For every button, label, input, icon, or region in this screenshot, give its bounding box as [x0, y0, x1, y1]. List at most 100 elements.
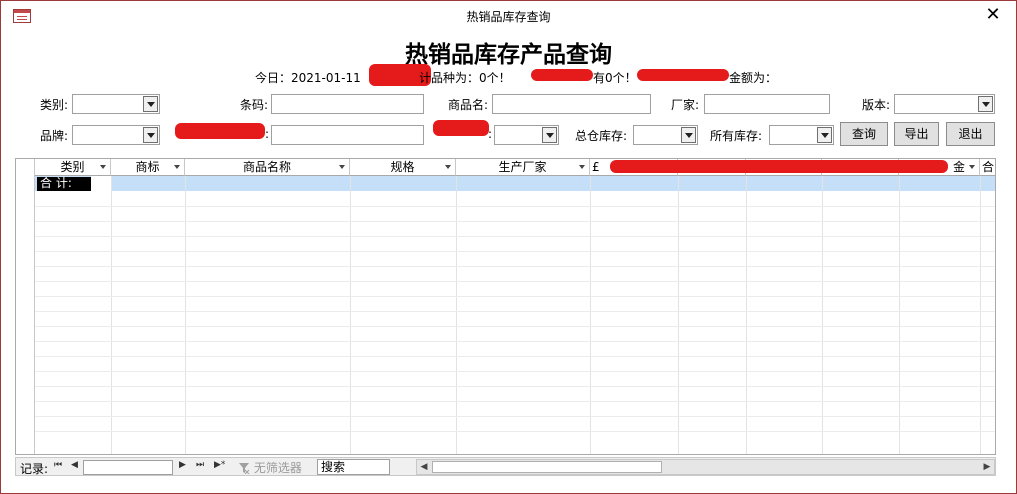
redacted-input[interactable]	[271, 125, 424, 145]
grid-line	[35, 296, 995, 297]
grid-line	[111, 176, 112, 454]
hq-stock-label: 总仓库存:	[575, 129, 628, 143]
exit-button[interactable]: 退出	[946, 122, 995, 146]
grid-line	[350, 176, 351, 454]
grid-line	[822, 176, 823, 454]
funnel-icon	[239, 463, 250, 475]
grid-line	[185, 176, 186, 454]
last-record-icon[interactable]: ⏭	[196, 460, 204, 470]
all-stock-select[interactable]	[769, 125, 834, 145]
field-colon: :	[488, 127, 493, 141]
first-record-icon[interactable]: ⏮	[54, 460, 62, 470]
version-label: 版本:	[862, 98, 891, 112]
filter-label: 无筛选器	[253, 461, 302, 475]
sort-arrow-icon[interactable]	[174, 165, 180, 169]
redaction-mark	[175, 123, 265, 139]
total-label: 合 计:	[37, 177, 91, 191]
column-header-label: 金	[952, 160, 965, 174]
column-header-total[interactable]: 合	[980, 159, 995, 176]
chevron-down-icon[interactable]	[817, 127, 832, 143]
column-header-label: 规格	[390, 160, 415, 174]
grid-line	[35, 266, 995, 267]
next-record-icon[interactable]: ▶	[179, 460, 186, 470]
grid-line	[678, 176, 679, 454]
today-label: 今日：2021-01-11	[255, 71, 361, 85]
grid-line	[35, 341, 995, 342]
redaction-mark	[610, 160, 948, 173]
chevron-down-icon[interactable]	[978, 96, 993, 112]
scroll-left-icon[interactable]: ◀	[417, 460, 431, 474]
scroll-right-icon[interactable]: ▶	[980, 460, 994, 474]
chevron-down-icon[interactable]	[143, 127, 158, 143]
product-name-label: 商品名:	[448, 98, 489, 112]
barcode-input[interactable]	[271, 94, 424, 114]
sort-arrow-icon[interactable]	[100, 165, 106, 169]
total-row[interactable]	[35, 176, 995, 191]
column-header-label: 合	[981, 160, 994, 174]
grid-line	[35, 251, 995, 252]
column-header-label: 类别	[60, 160, 85, 174]
product-name-input[interactable]	[492, 94, 651, 114]
column-header-category[interactable]: 类别	[35, 159, 111, 176]
sort-arrow-icon[interactable]	[969, 165, 975, 169]
total-row-cell	[91, 176, 111, 191]
column-header-spec[interactable]: 规格	[350, 159, 456, 176]
new-record-icon[interactable]: ▶*	[214, 460, 225, 470]
brand-select[interactable]	[72, 125, 160, 145]
column-header-label: 商标	[135, 160, 160, 174]
chevron-down-icon[interactable]	[143, 96, 158, 112]
datasheet: 类别 商标 商品名称 规格 生产厂家 £ 金 合 合 计:	[15, 158, 996, 455]
chevron-down-icon[interactable]	[681, 127, 696, 143]
all-stock-label: 所有库存:	[710, 129, 763, 143]
grid-line	[456, 176, 457, 454]
varieties-text: 计品种为：0个！	[419, 71, 511, 85]
maker-input[interactable]	[704, 94, 830, 114]
record-navigation-bar: 记录: ⏮ ◀ ▶ ⏭ ▶* 无筛选器 搜索 ◀ ▶	[15, 457, 996, 476]
close-icon[interactable]: ✕	[982, 5, 1004, 25]
horizontal-scrollbar[interactable]: ◀ ▶	[416, 459, 995, 475]
column-header-manufacturer[interactable]: 生产厂家	[456, 159, 590, 176]
scrollbar-thumb[interactable]	[432, 461, 662, 473]
current-record-input[interactable]	[83, 460, 173, 475]
field-colon: :	[265, 127, 270, 141]
grid-line	[746, 176, 747, 454]
redaction-mark	[531, 69, 593, 81]
record-label: 记录:	[20, 462, 49, 476]
search-input[interactable]: 搜索	[317, 459, 390, 475]
grid-line	[35, 326, 995, 327]
grid-line	[35, 221, 995, 222]
grid-line	[35, 206, 995, 207]
hq-stock-select[interactable]	[633, 125, 698, 145]
title-bar: 热销品库存查询 ✕	[1, 1, 1016, 31]
redaction-mark	[433, 120, 489, 136]
form-window: 热销品库存查询 ✕ 热销品库存产品查询 今日：2021-01-11 计品种为：0…	[0, 0, 1017, 494]
grid-line	[35, 356, 995, 357]
record-selector-column[interactable]	[16, 159, 35, 454]
grid-line	[35, 401, 995, 402]
query-button[interactable]: 查询	[840, 122, 888, 146]
previous-record-icon[interactable]: ◀	[71, 460, 78, 470]
chevron-down-icon[interactable]	[542, 127, 557, 143]
redaction-mark	[637, 69, 729, 81]
grid-line	[980, 176, 981, 454]
grid-line	[35, 371, 995, 372]
grid-line	[35, 281, 995, 282]
grid-line	[35, 236, 995, 237]
grid-line	[590, 176, 591, 454]
sort-arrow-icon[interactable]	[445, 165, 451, 169]
redacted-select[interactable]	[494, 125, 559, 145]
column-header-label: 生产厂家	[498, 160, 547, 174]
filter-indicator[interactable]: 无筛选器	[238, 459, 302, 476]
column-header-trademark[interactable]: 商标	[111, 159, 185, 176]
column-header-label: £	[592, 160, 600, 174]
grid-line	[35, 311, 995, 312]
category-select[interactable]	[72, 94, 160, 114]
column-header-product-name[interactable]: 商品名称	[185, 159, 350, 176]
amount-text: 金额为：	[729, 71, 778, 85]
column-header-label: 商品名称	[242, 160, 291, 174]
sort-arrow-icon[interactable]	[579, 165, 585, 169]
export-button[interactable]: 导出	[894, 122, 939, 146]
version-select[interactable]	[894, 94, 995, 114]
sort-arrow-icon[interactable]	[339, 165, 345, 169]
window-title: 热销品库存查询	[466, 10, 551, 24]
